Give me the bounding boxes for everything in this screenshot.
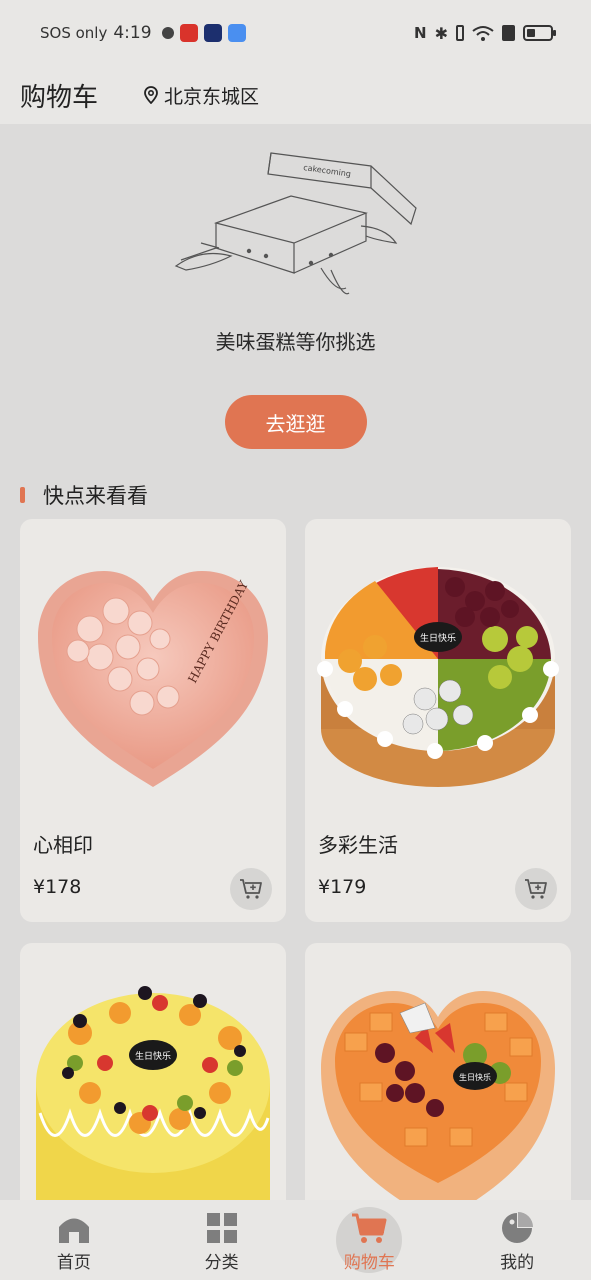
tab-label: 首页 (56, 1253, 91, 1273)
home-icon (58, 1218, 89, 1243)
go-shopping-button[interactable]: 去逛逛 (224, 395, 367, 449)
product-card[interactable]: 生日快乐 (20, 943, 286, 1200)
box-brand-text: cakecoming (302, 163, 351, 179)
tab-cart[interactable]: 购物车 (296, 1200, 444, 1280)
tab-label: 购物车 (343, 1253, 395, 1273)
cart-icon (352, 1213, 387, 1243)
app-notification-icon (227, 24, 246, 42)
add-to-cart-button[interactable] (515, 868, 557, 910)
cart-plus-icon (525, 879, 547, 899)
app-notification-icon (179, 24, 198, 42)
grid-icon (206, 1213, 237, 1243)
recommend-section-title: 快点来看看 (20, 480, 148, 510)
bottom-tab-bar: 首页 分类 购物车 我的 (0, 1200, 591, 1280)
product-name: 心相印 (33, 833, 93, 857)
product-image-fruit-cake: 生日快乐 (317, 567, 559, 787)
bluetooth-icon: ✱ (434, 23, 448, 43)
location-pin-icon (144, 86, 158, 104)
empty-cart-state: cakecoming 美味蛋糕等你挑选 去逛逛 (0, 124, 591, 464)
cart-plus-icon (240, 879, 262, 899)
tab-label: 分类 (204, 1253, 239, 1273)
vpn-icon (161, 27, 174, 39)
add-to-cart-button[interactable] (230, 868, 272, 910)
alert-icon (502, 25, 515, 41)
app-notification-icon (203, 24, 222, 42)
app-header: 购物车 北京东城区 (0, 66, 591, 124)
product-image-heart-fruit-cake: 生日快乐 (321, 991, 555, 1200)
product-price: ¥178 (33, 876, 82, 898)
clock: 4:19 (113, 23, 152, 43)
product-card[interactable]: 生日快乐 (305, 943, 571, 1200)
cake-plaque-text: 生日快乐 (420, 632, 456, 644)
cake-plaque-text: 生日快乐 (135, 1050, 171, 1062)
page-title: 购物车 (20, 82, 99, 113)
cake-plaque-text: 生日快乐 (459, 1072, 491, 1082)
status-bar: SOS only 4:19 N ✱ (0, 0, 591, 66)
empty-box-illustration: cakecoming (174, 152, 417, 295)
carrier-text: SOS only (40, 24, 108, 42)
location-text: 北京东城区 (164, 85, 260, 108)
tab-profile[interactable]: 我的 (443, 1200, 591, 1280)
location-selector[interactable]: 北京东城区 (144, 82, 259, 109)
wifi-icon (472, 26, 494, 41)
product-card[interactable]: HAPPY BIRTHDAY 心相印 ¥178 (20, 519, 286, 922)
product-image-yellow-fruit-cake: 生日快乐 (36, 986, 270, 1200)
product-name: 多彩生活 (318, 833, 398, 857)
tab-label: 我的 (500, 1253, 535, 1273)
vibrate-icon (456, 25, 464, 41)
product-card[interactable]: 生日快乐 多彩生活 ¥179 (305, 519, 571, 922)
product-price: ¥179 (318, 876, 367, 898)
battery-icon (523, 25, 556, 41)
tab-home[interactable]: 首页 (0, 1200, 148, 1280)
section-accent-bar (20, 487, 25, 503)
product-image-heart-cake: HAPPY BIRTHDAY (38, 571, 268, 787)
tab-category[interactable]: 分类 (148, 1200, 296, 1280)
empty-cart-message: 美味蛋糕等你挑选 (215, 330, 376, 354)
section-title-text: 快点来看看 (43, 484, 148, 508)
profile-icon (502, 1212, 534, 1243)
nfc-icon: N (414, 24, 427, 42)
